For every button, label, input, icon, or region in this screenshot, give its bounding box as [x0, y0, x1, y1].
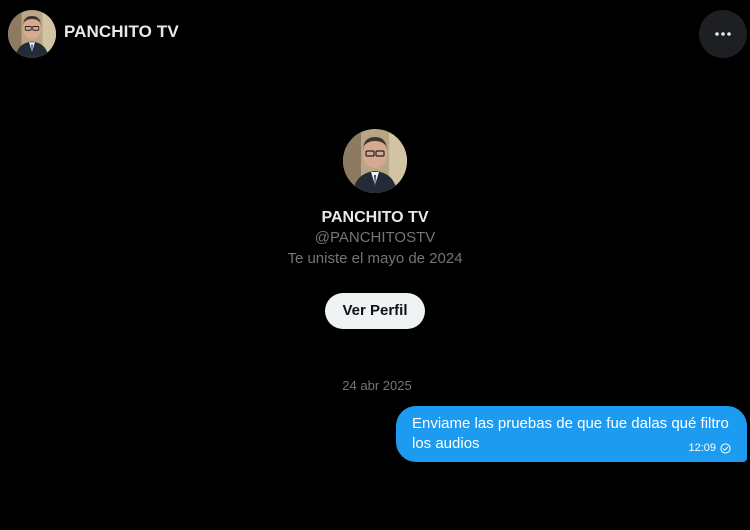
date-separator: 24 abr 2025 [342, 378, 412, 393]
conversation-header: PANCHITO TV [0, 0, 750, 68]
message-meta: 12:09 [688, 442, 731, 454]
header-avatar[interactable] [8, 10, 56, 58]
profile-name: PANCHITO TV [321, 209, 429, 226]
header-title[interactable]: PANCHITO TV [64, 22, 179, 42]
message-bubble-outgoing[interactable]: Enviame las pruebas de que fue dalas qué… [396, 406, 747, 462]
more-options-button[interactable] [699, 10, 747, 58]
more-horizontal-icon [715, 32, 731, 36]
message-text: Enviame las pruebas de que fue dalas qué… [412, 415, 729, 452]
avatar-photo-icon [8, 10, 56, 58]
sent-check-icon [720, 442, 731, 454]
profile-summary: PANCHITO TV @PANCHITOSTV Te uniste el ma… [0, 129, 750, 329]
dm-conversation-page: PANCHITO TV PANCHITO TV @PANCHITOSTV Te … [0, 0, 750, 530]
message-time: 12:09 [688, 442, 716, 454]
avatar-photo-icon [343, 129, 407, 193]
profile-handle: @PANCHITOSTV [314, 229, 436, 246]
profile-joined-date: Te uniste el mayo de 2024 [287, 250, 463, 267]
view-profile-button[interactable]: Ver Perfil [325, 293, 425, 329]
profile-avatar[interactable] [343, 129, 407, 193]
